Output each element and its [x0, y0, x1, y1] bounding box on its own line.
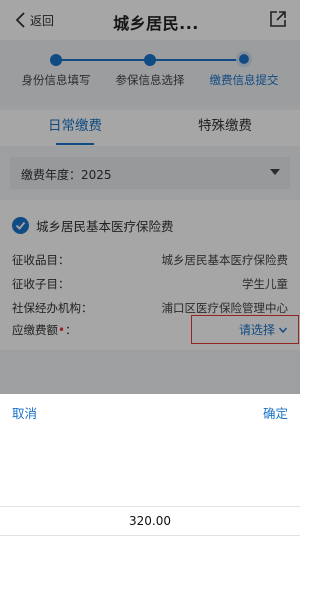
cancel-button[interactable]: 取消 — [12, 403, 37, 422]
picker-separator-bottom — [0, 535, 300, 536]
amount-picker: 取消 确定 320.00 — [0, 394, 300, 600]
modal-overlay[interactable] — [0, 0, 300, 394]
picker-separator-top — [0, 506, 300, 507]
picker-option[interactable]: 320.00 — [0, 514, 300, 528]
confirm-button[interactable]: 确定 — [263, 403, 288, 422]
